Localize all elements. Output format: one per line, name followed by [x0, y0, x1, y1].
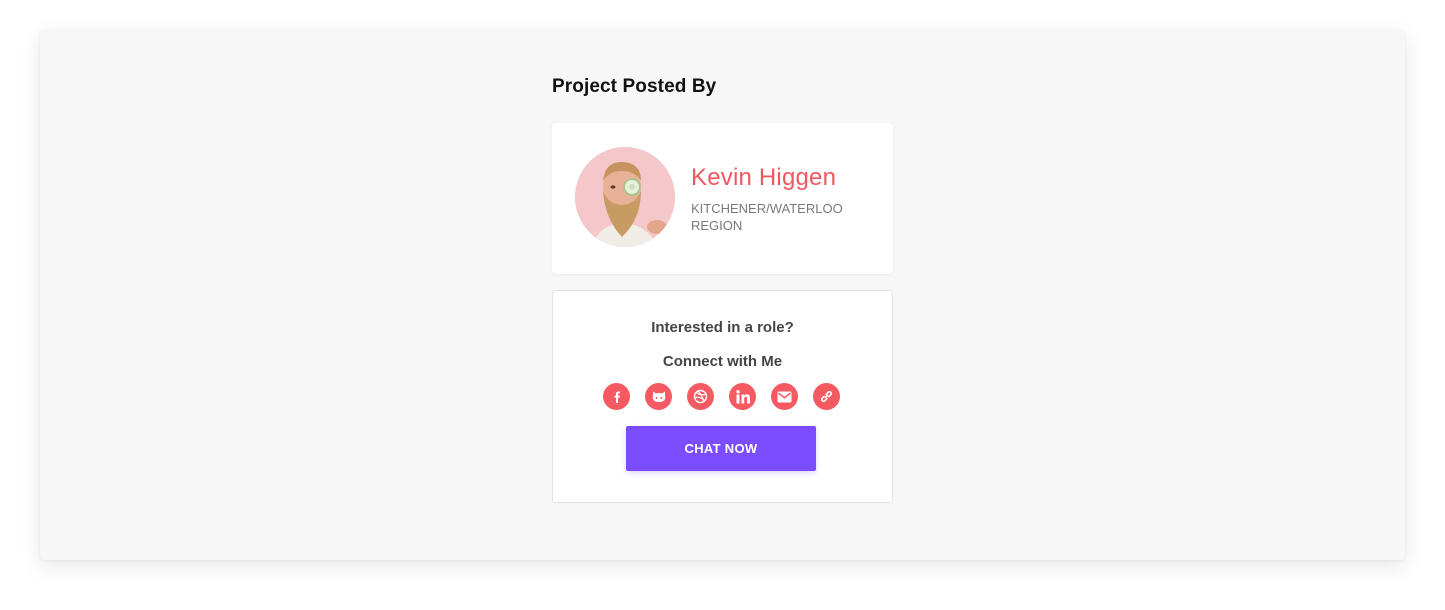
chat-now-button[interactable]: CHAT NOW: [626, 426, 816, 471]
email-button[interactable]: [771, 383, 798, 410]
linkedin-button[interactable]: [729, 383, 756, 410]
github-button[interactable]: [645, 383, 672, 410]
poster-card: Kevin Higgen KITCHENER/WATERLOO REGION: [552, 123, 893, 274]
facebook-icon: [613, 391, 620, 403]
connect-prompt: Connect with Me: [662, 353, 783, 370]
dribbble-button[interactable]: [687, 383, 714, 410]
avatar[interactable]: [575, 147, 675, 247]
poster-name[interactable]: Kevin Higgen: [691, 164, 836, 192]
github-icon: [652, 391, 665, 402]
avatar-photo-icon: [575, 147, 675, 247]
role-question: Interested in a role?: [651, 319, 794, 336]
link-button[interactable]: [813, 383, 840, 410]
connect-card: Interested in a role? Connect with Me CH…: [552, 290, 893, 503]
facebook-button[interactable]: [603, 383, 630, 410]
social-links: [603, 383, 843, 411]
email-icon: [777, 391, 792, 402]
poster-location: KITCHENER/WATERLOO REGION: [691, 201, 843, 233]
link-icon: [820, 390, 833, 403]
section-title: Project Posted By: [552, 76, 717, 97]
dribbble-icon: [693, 389, 708, 404]
linkedin-icon: [735, 389, 750, 403]
